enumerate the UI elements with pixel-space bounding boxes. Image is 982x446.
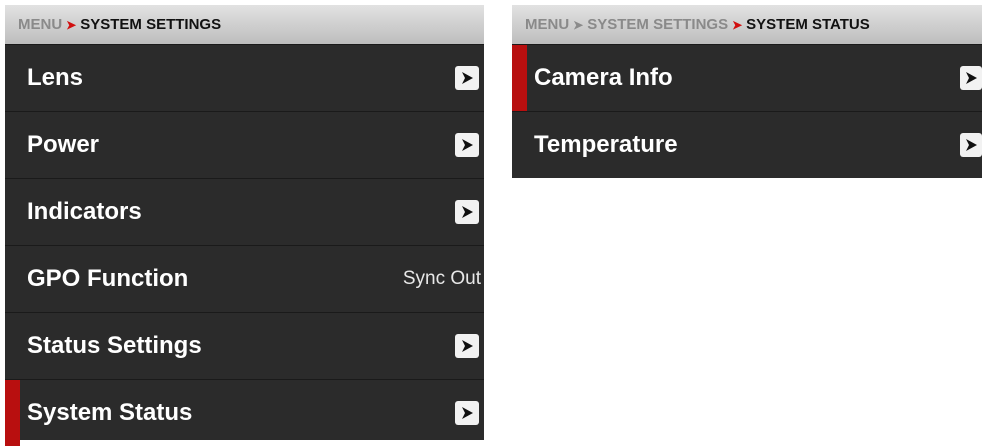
breadcrumb-separator-icon: ➤ — [66, 17, 77, 32]
menu-item-camera-info[interactable]: Camera Info — [512, 44, 982, 111]
chevron-right-icon[interactable] — [455, 200, 479, 224]
breadcrumb-menu[interactable]: MENU — [18, 16, 62, 33]
gpo-function-value[interactable]: Sync Out — [403, 268, 481, 290]
menu-item-power[interactable]: Power — [5, 111, 484, 178]
menu-item-label: System Status — [27, 399, 193, 426]
breadcrumb-separator-icon: ➤ — [573, 17, 584, 32]
breadcrumb-menu[interactable]: MENU — [525, 16, 569, 33]
menu-item-lens[interactable]: Lens — [5, 44, 484, 111]
chevron-right-icon[interactable] — [960, 66, 982, 90]
system-settings-panel: MENU ➤ SYSTEM SETTINGS Lens Power Indica… — [5, 5, 484, 446]
menu-item-label: GPO Function — [27, 265, 189, 292]
breadcrumb-system-settings[interactable]: SYSTEM SETTINGS — [587, 16, 728, 33]
menu-item-label: Temperature — [534, 131, 678, 158]
breadcrumb-system-status: SYSTEM STATUS — [746, 16, 870, 33]
menu-item-temperature[interactable]: Temperature — [512, 111, 982, 178]
menu-item-label: Status Settings — [27, 332, 202, 359]
chevron-right-icon[interactable] — [960, 133, 982, 157]
selection-indicator — [5, 380, 20, 446]
menu-item-label: Power — [27, 131, 100, 158]
menu-item-status-settings[interactable]: Status Settings — [5, 312, 484, 379]
menu-item-gpo-function[interactable]: GPO Function Sync Out — [5, 245, 484, 312]
breadcrumb-separator-icon: ➤ — [732, 17, 743, 32]
menu-item-system-status[interactable]: System Status — [5, 379, 484, 446]
breadcrumb: MENU ➤ SYSTEM SETTINGS — [5, 5, 484, 44]
menu-item-label: Lens — [27, 64, 84, 91]
chevron-right-icon[interactable] — [455, 66, 479, 90]
breadcrumb: MENU ➤ SYSTEM SETTINGS ➤ SYSTEM STATUS — [512, 5, 982, 44]
breadcrumb-system-settings: SYSTEM SETTINGS — [80, 16, 222, 33]
menu-item-label: Camera Info — [534, 64, 673, 91]
chevron-right-icon[interactable] — [455, 133, 479, 157]
menu-item-label: Indicators — [27, 198, 142, 225]
chevron-right-icon[interactable] — [455, 401, 479, 425]
menu-item-indicators[interactable]: Indicators — [5, 178, 484, 245]
chevron-right-icon[interactable] — [455, 334, 479, 358]
selection-indicator — [512, 45, 527, 111]
system-status-panel: MENU ➤ SYSTEM SETTINGS ➤ SYSTEM STATUS C… — [512, 5, 982, 178]
